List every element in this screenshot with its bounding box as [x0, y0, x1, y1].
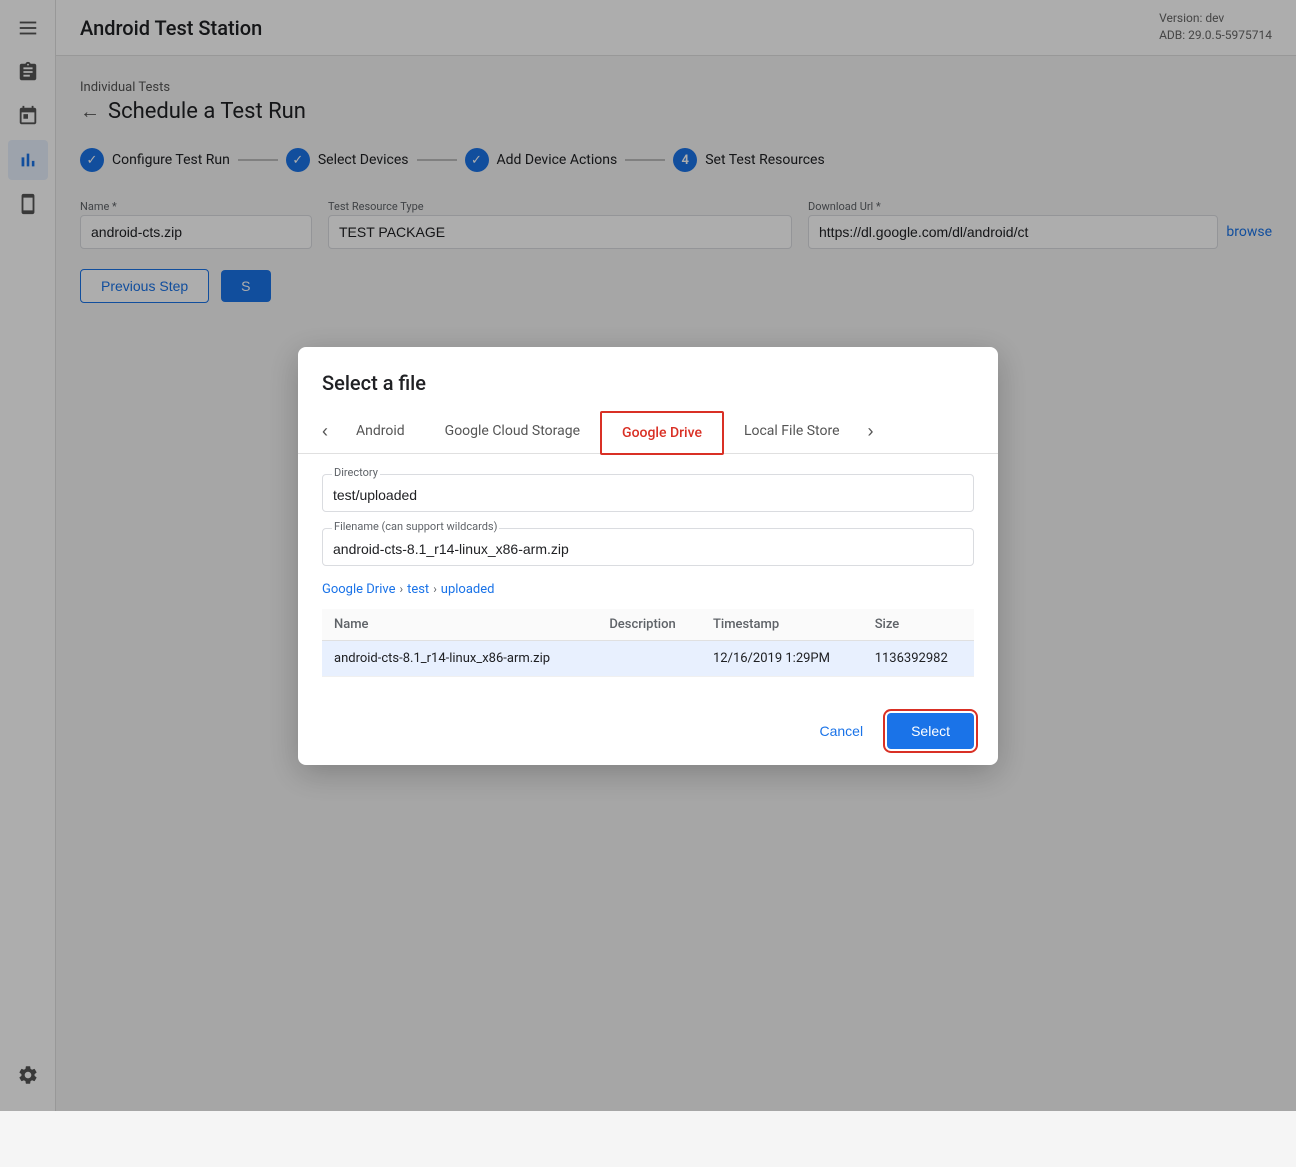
tabs-prev-button[interactable]: ‹	[314, 413, 336, 450]
file-timestamp: 12/16/2019 1:29PM	[701, 640, 863, 676]
dialog-body: Directory Filename (can support wildcard…	[298, 454, 998, 697]
table-row[interactable]: android-cts-8.1_r14-linux_x86-arm.zip 12…	[322, 640, 974, 676]
file-breadcrumb: Google Drive › test › uploaded	[322, 582, 974, 597]
directory-label: Directory	[332, 466, 380, 479]
directory-input[interactable]	[322, 474, 974, 512]
directory-field: Directory	[322, 474, 974, 512]
dialog-footer: Cancel Select	[298, 697, 998, 765]
filename-label: Filename (can support wildcards)	[332, 520, 499, 533]
col-timestamp: Timestamp	[701, 609, 863, 641]
breadcrumb-uploaded[interactable]: uploaded	[441, 582, 495, 597]
dialog-header: Select a file	[298, 347, 998, 411]
dialog-title: Select a file	[322, 371, 974, 395]
tabs-bar: ‹ Android Google Cloud Storage Google Dr…	[298, 411, 998, 454]
breadcrumb-chevron-2: ›	[433, 582, 437, 596]
file-size: 1136392982	[863, 640, 974, 676]
col-size: Size	[863, 609, 974, 641]
col-name: Name	[322, 609, 597, 641]
file-description	[597, 640, 701, 676]
tabs-next-button[interactable]: ›	[860, 413, 882, 450]
select-button[interactable]: Select	[887, 713, 974, 749]
filename-input[interactable]	[322, 528, 974, 566]
file-table: Name Description Timestamp Size android-…	[322, 609, 974, 677]
breadcrumb-google-drive[interactable]: Google Drive	[322, 582, 395, 597]
tab-gcs[interactable]: Google Cloud Storage	[425, 411, 600, 453]
col-description: Description	[597, 609, 701, 641]
overlay: Select a file ‹ Android Google Cloud Sto…	[0, 0, 1296, 1111]
cancel-button[interactable]: Cancel	[807, 715, 875, 747]
file-select-dialog: Select a file ‹ Android Google Cloud Sto…	[298, 347, 998, 765]
tab-local-file-store[interactable]: Local File Store	[724, 411, 860, 453]
tab-android[interactable]: Android	[336, 411, 425, 453]
tab-google-drive[interactable]: Google Drive	[600, 411, 724, 455]
breadcrumb-chevron-1: ›	[399, 582, 403, 596]
filename-field: Filename (can support wildcards)	[322, 528, 974, 566]
breadcrumb-test[interactable]: test	[407, 582, 429, 597]
file-name: android-cts-8.1_r14-linux_x86-arm.zip	[322, 640, 597, 676]
